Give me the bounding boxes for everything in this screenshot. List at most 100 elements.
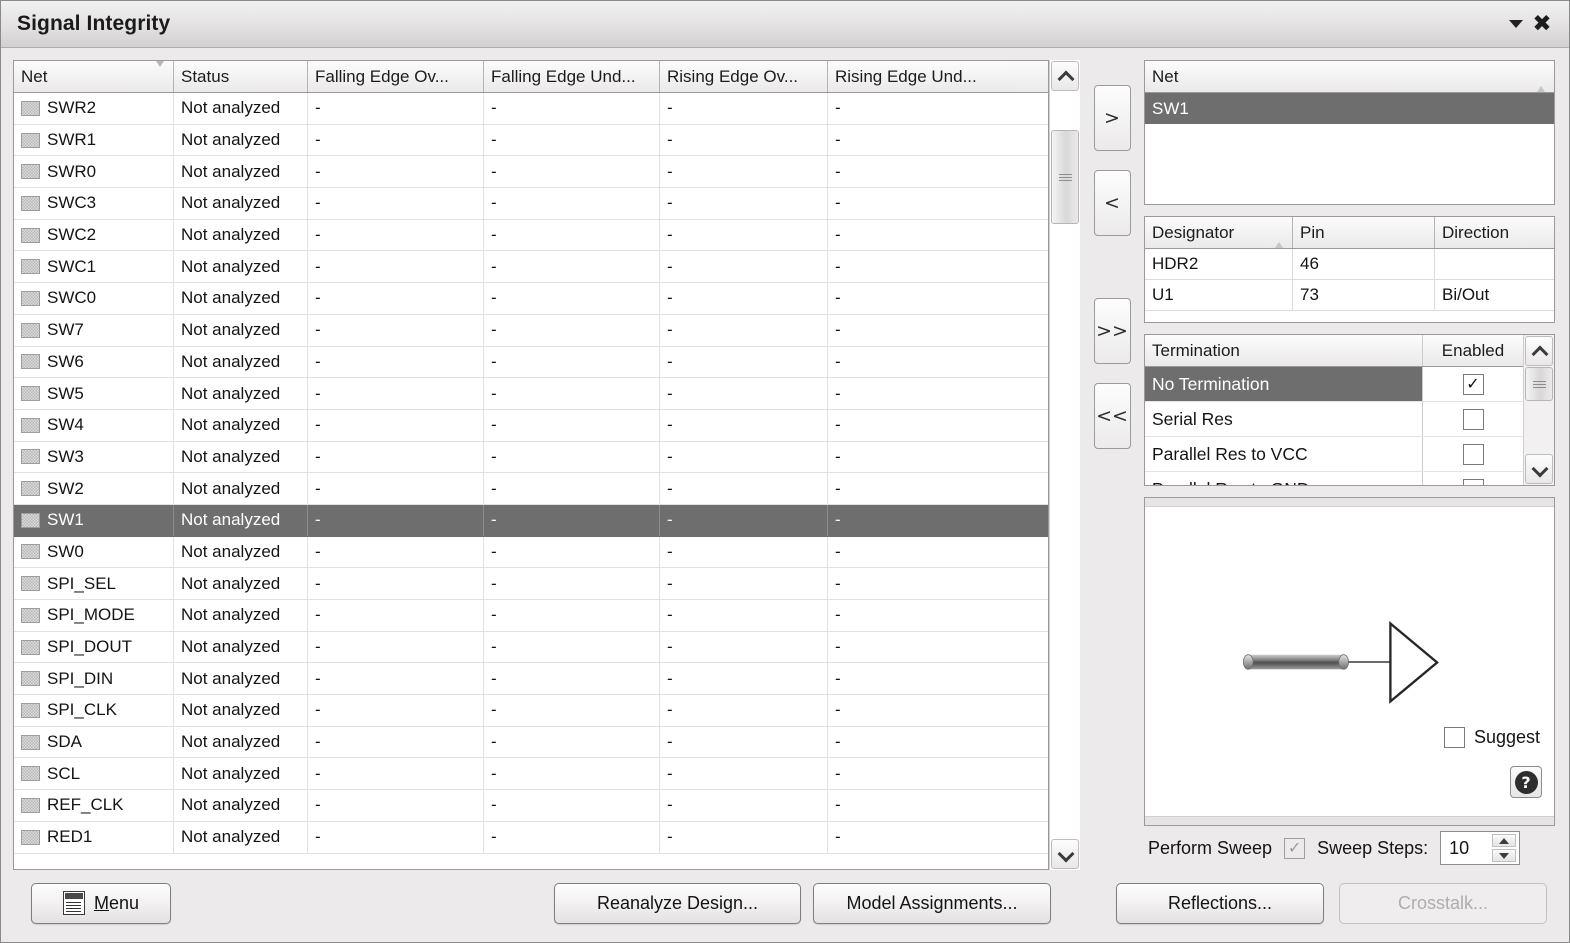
sweep-steps-stepper[interactable]: 10 <box>1440 831 1521 865</box>
scroll-down-button[interactable] <box>1525 454 1553 484</box>
scroll-down-button[interactable] <box>1051 839 1079 869</box>
move-left-button[interactable]: < <box>1093 170 1131 236</box>
table-row[interactable]: SW3 Not analyzed - - - - <box>14 441 1048 474</box>
net-swatch-icon <box>21 734 40 750</box>
column-header-pin[interactable]: Pin <box>1293 217 1435 248</box>
net-grid-scrollbar[interactable] <box>1049 60 1080 870</box>
enabled-checkbox[interactable] <box>1462 443 1484 465</box>
table-row[interactable]: SWR0 Not analyzed - - - - <box>14 156 1048 189</box>
termination-list[interactable]: Termination Enabled No Termination ✓ Ser… <box>1144 334 1555 486</box>
suggest-checkbox-row[interactable]: Suggest <box>1443 727 1540 748</box>
table-row[interactable]: SPI_CLK Not analyzed - - - - <box>14 695 1048 727</box>
selected-nets-list[interactable]: Net SW1 <box>1144 60 1555 205</box>
cell-termination-enabled[interactable]: ✓ <box>1423 373 1523 395</box>
preview-bottom-strip <box>1145 816 1554 825</box>
move-all-right-button[interactable]: >> <box>1093 298 1131 364</box>
scroll-up-button[interactable] <box>1051 61 1079 91</box>
table-row[interactable]: REF_CLK Not analyzed - - - - <box>14 790 1048 822</box>
table-row[interactable]: Serial Res <box>1145 402 1523 437</box>
table-row[interactable]: No Termination ✓ <box>1145 367 1523 402</box>
termination-scrollbar[interactable] <box>1523 335 1554 485</box>
move-right-button[interactable]: > <box>1093 85 1131 151</box>
scrollbar-thumb[interactable] <box>1525 367 1553 401</box>
table-row[interactable]: SDA Not analyzed - - - - <box>14 726 1048 759</box>
table-row[interactable]: SWC0 Not analyzed - - - - <box>14 283 1048 315</box>
enabled-checkbox[interactable]: ✓ <box>1462 373 1484 395</box>
scrollbar-track[interactable] <box>1050 92 1080 838</box>
table-row[interactable]: SW0 Not analyzed - - - - <box>14 536 1048 569</box>
table-row[interactable]: SCL Not analyzed - - - - <box>14 758 1048 791</box>
schematic-diagram-icon <box>1242 621 1439 704</box>
column-header-enabled[interactable]: Enabled <box>1423 335 1523 366</box>
cell-rising-edge-overshoot: - <box>660 124 828 156</box>
table-row[interactable]: SW1 Not analyzed - - - - <box>14 504 1048 537</box>
cell-falling-edge-undershoot: - <box>484 314 660 346</box>
scrollbar-thumb[interactable] <box>1051 130 1079 224</box>
table-row[interactable]: SW7 Not analyzed - - - - <box>14 314 1048 347</box>
column-header-falling-edge-undershoot[interactable]: Falling Edge Und... <box>484 61 660 92</box>
cell-termination-enabled[interactable] <box>1423 478 1523 485</box>
table-row[interactable]: SPI_SEL Not analyzed - - - - <box>14 568 1048 600</box>
table-row[interactable]: SW5 Not analyzed - - - - <box>14 378 1048 410</box>
table-row[interactable]: HDR2 46 <box>1145 249 1554 280</box>
list-item[interactable]: SW1 <box>1145 93 1554 124</box>
stepper-down-button[interactable] <box>1492 849 1517 862</box>
menu-button[interactable]: Menu <box>31 882 171 924</box>
pin-table[interactable]: Designator Pin Direction HDR2 46 U1 73 B… <box>1144 216 1555 323</box>
table-row[interactable]: SWC3 Not analyzed - - - - <box>14 188 1048 220</box>
minimize-button[interactable] <box>1503 11 1529 37</box>
cell-rising-edge-overshoot: - <box>660 504 828 536</box>
column-header-designator[interactable]: Designator <box>1145 217 1293 248</box>
table-row[interactable]: SWR2 Not analyzed - - - - <box>14 93 1048 125</box>
enabled-checkbox[interactable] <box>1462 478 1484 485</box>
table-row[interactable]: SWC1 Not analyzed - - - - <box>14 251 1048 284</box>
table-row[interactable]: SPI_MODE Not analyzed - - - - <box>14 600 1048 632</box>
scroll-up-button[interactable] <box>1525 336 1553 366</box>
close-button[interactable]: ✖ <box>1529 11 1555 37</box>
stepper-up-button[interactable] <box>1492 834 1517 847</box>
column-header-selected-net[interactable]: Net <box>1145 61 1554 92</box>
scrollbar-track[interactable] <box>1524 367 1554 453</box>
net-grid[interactable]: Net Status Falling Edge Ov... Falling Ed… <box>13 60 1049 870</box>
table-row[interactable]: SWR1 Not analyzed - - - - <box>14 124 1048 157</box>
cell-rising-edge-overshoot: - <box>660 473 828 504</box>
cell-rising-edge-undershoot: - <box>835 827 841 847</box>
column-header-termination[interactable]: Termination <box>1145 335 1423 366</box>
move-all-left-button[interactable]: << <box>1093 383 1131 449</box>
table-row[interactable]: SPI_DOUT Not analyzed - - - - <box>14 631 1048 664</box>
help-button[interactable]: ? <box>1510 766 1542 798</box>
column-header-status[interactable]: Status <box>174 61 308 92</box>
suggest-checkbox[interactable] <box>1443 727 1465 748</box>
chevron-down-icon <box>1059 850 1072 858</box>
column-header-net[interactable]: Net <box>14 61 174 92</box>
cell-net: SW3 <box>14 441 174 473</box>
enabled-checkbox[interactable] <box>1462 408 1484 430</box>
table-row[interactable]: SW4 Not analyzed - - - - <box>14 409 1048 442</box>
column-header-pin-label: Pin <box>1300 222 1325 242</box>
reflections-button[interactable]: Reflections... <box>1116 882 1324 924</box>
cell-termination-enabled[interactable] <box>1423 443 1523 465</box>
table-row[interactable]: SW6 Not analyzed - - - - <box>14 346 1048 379</box>
perform-sweep-checkbox[interactable]: ✓ <box>1284 837 1306 859</box>
cell-rising-edge-undershoot: - <box>835 700 841 720</box>
column-header-falling-edge-overshoot[interactable]: Falling Edge Ov... <box>308 61 484 92</box>
cell-termination-enabled[interactable] <box>1423 408 1523 430</box>
table-row[interactable]: U1 73 Bi/Out <box>1145 280 1554 311</box>
table-row[interactable]: RED1 Not analyzed - - - - <box>14 821 1048 854</box>
table-row[interactable]: Parallel Res to VCC <box>1145 437 1523 472</box>
table-row[interactable]: Parallel Res to GND <box>1145 472 1523 485</box>
cell-falling-edge-overshoot: - <box>308 504 484 536</box>
table-row[interactable]: SW2 Not analyzed - - - - <box>14 473 1048 505</box>
table-row[interactable]: SWC2 Not analyzed - - - - <box>14 219 1048 252</box>
table-row[interactable]: SPI_DIN Not analyzed - - - - <box>14 663 1048 696</box>
sweep-steps-value[interactable]: 10 <box>1441 838 1469 859</box>
column-header-rising-edge-overshoot[interactable]: Rising Edge Ov... <box>660 61 828 92</box>
column-header-rising-edge-undershoot[interactable]: Rising Edge Und... <box>828 61 1013 92</box>
reanalyze-design-button[interactable]: Reanalyze Design... <box>554 882 801 924</box>
model-assignments-button[interactable]: Model Assignments... <box>813 882 1051 924</box>
column-header-direction[interactable]: Direction <box>1435 217 1554 248</box>
cell-status: Not analyzed <box>174 536 308 568</box>
cell-pin: 46 <box>1293 249 1435 280</box>
column-header-enabled-label: Enabled <box>1441 340 1505 360</box>
cell-status: Not analyzed <box>174 219 308 251</box>
